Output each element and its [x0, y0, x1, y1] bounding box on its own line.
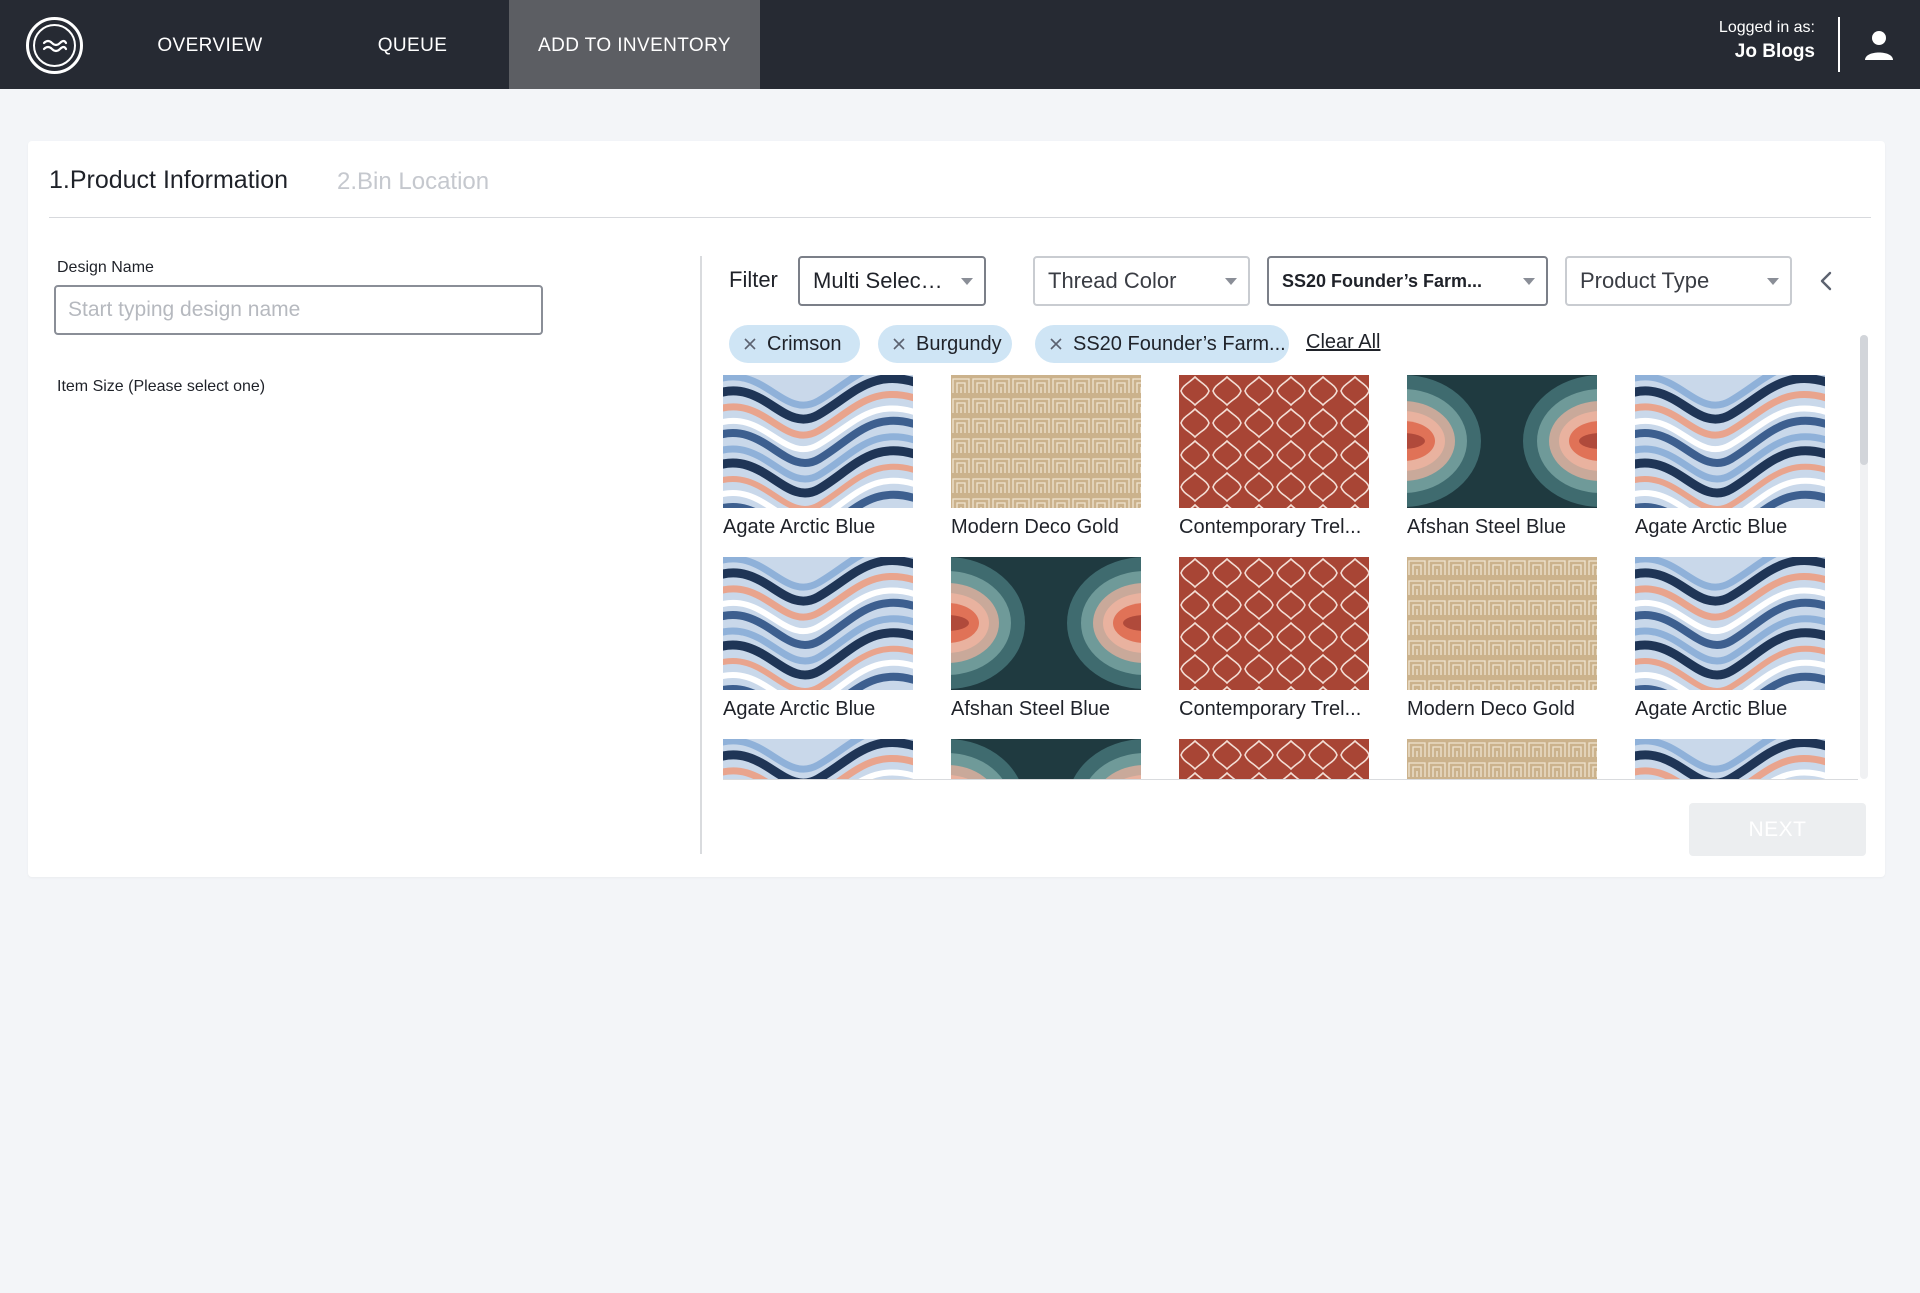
- product-name: Agate Arctic Blue: [723, 516, 876, 538]
- chip-label: Crimson: [767, 333, 842, 355]
- product-form-card: 1.Product Information 2.Bin Location Des…: [28, 141, 1885, 877]
- product-name: Afshan Steel Blue: [951, 698, 1110, 720]
- filter-chip-collection[interactable]: SS20 Founder’s Farm...: [1035, 325, 1289, 363]
- product-type-dropdown[interactable]: Product Type: [1565, 256, 1792, 306]
- product-tile[interactable]: [1635, 739, 1825, 780]
- item-size-label: Item Size (Please select one): [57, 378, 266, 395]
- dropdown-value: Thread Color: [1048, 268, 1177, 293]
- product-name: Modern Deco Gold: [951, 516, 1119, 538]
- product-tile[interactable]: Contemporary Trel...: [1179, 557, 1369, 721]
- clear-all-link[interactable]: Clear All: [1306, 331, 1380, 354]
- product-name: Contemporary Trel...: [1179, 516, 1362, 538]
- collection-dropdown[interactable]: SS20 Founder’s Farm...: [1267, 256, 1548, 306]
- login-label: Logged in as:: [1718, 19, 1815, 36]
- agate-pattern-swatch: [1635, 557, 1825, 690]
- filter-label: Filter: [729, 267, 778, 292]
- agate-pattern-swatch: [723, 375, 913, 508]
- user-icon[interactable]: [1862, 28, 1896, 62]
- dropdown-value: Product Type: [1580, 268, 1710, 293]
- grid-divider: [723, 779, 1858, 780]
- design-name-label: Design Name: [57, 259, 154, 276]
- product-tile[interactable]: Agate Arctic Blue: [723, 375, 913, 539]
- agate-pattern-swatch: [723, 739, 913, 780]
- nav-divider: [1838, 17, 1840, 72]
- product-name: Agate Arctic Blue: [1635, 698, 1788, 720]
- chevron-left-icon[interactable]: [1815, 268, 1837, 294]
- step-product-information[interactable]: 1.Product Information: [49, 166, 288, 195]
- nav-add-to-inventory[interactable]: ADD TO INVENTORY: [509, 0, 760, 89]
- product-tile[interactable]: Modern Deco Gold: [1407, 557, 1597, 721]
- product-tile[interactable]: Agate Arctic Blue: [1635, 375, 1825, 539]
- chip-label: SS20 Founder’s Farm...: [1073, 333, 1286, 355]
- thread-color-dropdown[interactable]: Thread Color: [1033, 256, 1250, 306]
- close-icon[interactable]: [892, 337, 906, 351]
- close-icon[interactable]: [1049, 337, 1063, 351]
- dropdown-value: SS20 Founder’s Farm...: [1282, 271, 1483, 291]
- afshan-pattern-swatch: [1407, 375, 1597, 508]
- product-name: Agate Arctic Blue: [1635, 516, 1788, 538]
- product-name: Modern Deco Gold: [1407, 698, 1575, 720]
- caret-down-icon: [1225, 278, 1237, 285]
- product-tile[interactable]: [723, 739, 913, 780]
- login-user-name: Jo Blogs: [1734, 41, 1815, 62]
- design-filter-dropdown[interactable]: Multi Selected: [798, 256, 986, 306]
- product-tile[interactable]: [1179, 739, 1369, 780]
- afshan-pattern-swatch: [951, 557, 1141, 690]
- product-name: Agate Arctic Blue: [723, 698, 876, 720]
- scrollbar-thumb[interactable]: [1860, 335, 1868, 465]
- product-tile[interactable]: Afshan Steel Blue: [1407, 375, 1597, 539]
- agate-pattern-swatch: [1635, 375, 1825, 508]
- deco-pattern-swatch: [951, 375, 1141, 508]
- agate-pattern-swatch: [723, 557, 913, 690]
- dropdown-value: Multi Selected: [813, 268, 952, 293]
- wave-logo-icon[interactable]: [26, 17, 83, 74]
- nav-queue[interactable]: QUEUE: [340, 0, 485, 89]
- product-name: Contemporary Trel...: [1179, 698, 1362, 720]
- nav-overview[interactable]: OVERVIEW: [130, 0, 290, 89]
- product-tile[interactable]: Modern Deco Gold: [951, 375, 1141, 539]
- caret-down-icon: [1767, 278, 1779, 285]
- caret-down-icon: [1523, 278, 1535, 285]
- trellis-pattern-swatch: [1179, 557, 1369, 690]
- top-navigation-bar: OVERVIEW QUEUE ADD TO INVENTORY Logged i…: [0, 0, 1920, 89]
- filter-chip-burgundy[interactable]: Burgundy: [878, 325, 1012, 363]
- login-info: Logged in as: Jo Blogs: [1690, 18, 1815, 66]
- product-grid: Agate Arctic Blue Modern Deco Gold Conte…: [723, 375, 1858, 780]
- afshan-pattern-swatch: [951, 739, 1141, 780]
- caret-down-icon: [961, 278, 973, 285]
- product-tile[interactable]: [951, 739, 1141, 780]
- product-tile[interactable]: Agate Arctic Blue: [723, 557, 913, 721]
- column-divider: [700, 256, 702, 854]
- design-name-input[interactable]: [54, 285, 543, 335]
- step-bin-location[interactable]: 2.Bin Location: [337, 168, 489, 196]
- next-button[interactable]: NEXT: [1689, 803, 1866, 856]
- steps-divider: [49, 217, 1871, 218]
- agate-pattern-swatch: [1635, 739, 1825, 780]
- product-tile[interactable]: Agate Arctic Blue: [1635, 557, 1825, 721]
- close-icon[interactable]: [743, 337, 757, 351]
- trellis-pattern-swatch: [1179, 375, 1369, 508]
- product-tile[interactable]: Afshan Steel Blue: [951, 557, 1141, 721]
- deco-pattern-swatch: [1407, 557, 1597, 690]
- product-tile[interactable]: Contemporary Trel...: [1179, 375, 1369, 539]
- deco-pattern-swatch: [1407, 739, 1597, 780]
- trellis-pattern-swatch: [1179, 739, 1369, 780]
- product-name: Afshan Steel Blue: [1407, 516, 1566, 538]
- filter-chip-crimson[interactable]: Crimson: [729, 325, 860, 363]
- product-tile[interactable]: [1407, 739, 1597, 780]
- grid-scrollbar[interactable]: [1860, 335, 1868, 779]
- chip-label: Burgundy: [916, 333, 1002, 355]
